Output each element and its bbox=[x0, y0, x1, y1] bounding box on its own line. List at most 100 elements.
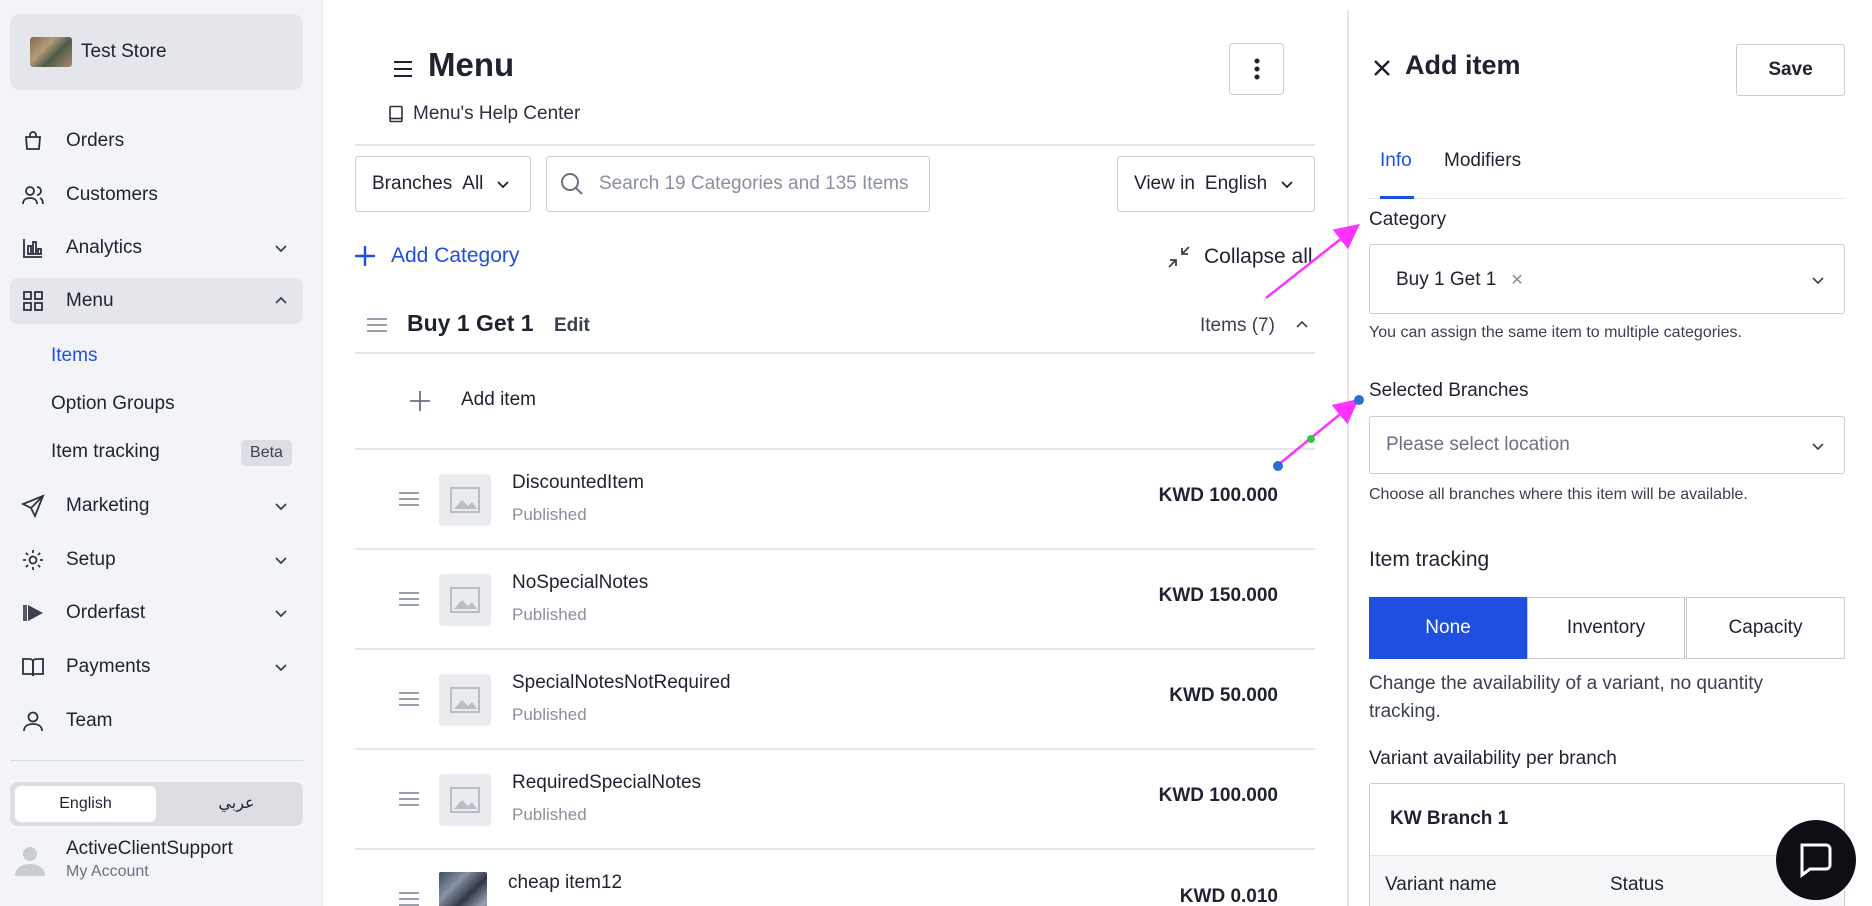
drag-handle-icon[interactable] bbox=[399, 792, 419, 806]
search-input[interactable]: Search 19 Categories and 135 Items bbox=[546, 156, 930, 212]
tab-info[interactable]: Info bbox=[1380, 150, 1412, 172]
store-name: Test Store bbox=[81, 41, 167, 62]
nav-menu[interactable]: Menu bbox=[10, 278, 303, 324]
panel-title: Add item bbox=[1405, 50, 1521, 80]
item-row[interactable]: SpecialNotesNotRequired Published KWD 50… bbox=[355, 648, 1315, 748]
nav-orders-label: Orders bbox=[66, 130, 125, 151]
image-placeholder-icon bbox=[439, 774, 491, 826]
drag-handle-icon[interactable] bbox=[399, 692, 419, 706]
tracking-description: Change the availability of a variant, no… bbox=[1369, 673, 1763, 722]
image-placeholder-icon bbox=[439, 674, 491, 726]
add-category-button[interactable]: Add Category bbox=[353, 244, 519, 268]
chevron-down-icon bbox=[497, 181, 510, 189]
chevron-down-icon bbox=[275, 557, 287, 565]
branches-placeholder: Please select location bbox=[1386, 434, 1570, 455]
branches-filter[interactable]: Branches All bbox=[355, 156, 531, 212]
sidebar-divider bbox=[10, 760, 303, 761]
remove-chip-icon[interactable]: ✕ bbox=[1510, 270, 1523, 290]
lang-english[interactable]: English bbox=[15, 786, 156, 822]
nav-setup[interactable]: Setup bbox=[10, 537, 303, 583]
chevron-down-icon bbox=[275, 245, 287, 253]
category-header: Buy 1 Get 1 Edit Items (7) bbox=[355, 300, 1315, 354]
item-price: KWD 100.000 bbox=[1158, 785, 1278, 806]
nav-payments[interactable]: Payments bbox=[10, 644, 303, 690]
nav-payments-label: Payments bbox=[66, 656, 151, 677]
item-status: Published bbox=[512, 505, 587, 524]
send-icon bbox=[20, 493, 46, 519]
play-icon bbox=[20, 600, 46, 626]
bar-chart-icon bbox=[20, 235, 46, 261]
sidebar: Test Store Orders Customers Analytics Me… bbox=[0, 0, 323, 906]
save-button[interactable]: Save bbox=[1736, 44, 1845, 96]
my-account-label: My Account bbox=[66, 863, 149, 880]
avatar bbox=[15, 846, 45, 876]
view-in-language-select[interactable]: View in English bbox=[1117, 156, 1315, 212]
item-row[interactable]: RequiredSpecialNotes Published KWD 100.0… bbox=[355, 748, 1315, 848]
item-name: DiscountedItem bbox=[512, 472, 645, 493]
nav-customers[interactable]: Customers bbox=[10, 172, 303, 218]
item-price: KWD 50.000 bbox=[1169, 685, 1278, 706]
sub-nav-item-tracking[interactable]: Item tracking bbox=[51, 437, 160, 467]
nav-analytics[interactable]: Analytics bbox=[10, 225, 303, 271]
branches-select[interactable]: Please select location bbox=[1369, 416, 1845, 474]
add-category-label: Add Category bbox=[391, 244, 520, 267]
book-icon bbox=[389, 105, 403, 123]
account-menu[interactable]: ActiveClientSupport My Account bbox=[12, 838, 233, 881]
branches-filter-value: All bbox=[462, 173, 484, 194]
branches-helper-text: Choose all branches where this item will… bbox=[1369, 486, 1748, 503]
image-placeholder-icon bbox=[439, 474, 491, 526]
image-placeholder-icon bbox=[439, 574, 491, 626]
category-label: Category bbox=[1369, 209, 1447, 230]
search-icon bbox=[561, 173, 583, 195]
item-photo bbox=[439, 872, 487, 906]
item-row[interactable]: NoSpecialNotes Published KWD 150.000 bbox=[355, 548, 1315, 648]
users-icon bbox=[20, 182, 46, 208]
chevron-down-icon bbox=[275, 610, 287, 618]
help-center-label: Menu's Help Center bbox=[413, 103, 581, 124]
drag-handle-icon[interactable] bbox=[399, 892, 419, 906]
chevron-down-icon bbox=[1812, 277, 1824, 285]
category-helper-text: You can assign the same item to multiple… bbox=[1369, 324, 1742, 341]
item-row[interactable]: cheap item12 KWD 0.010 bbox=[355, 848, 1315, 906]
sub-nav-option-groups[interactable]: Option Groups bbox=[51, 389, 175, 419]
drag-handle-icon[interactable] bbox=[399, 592, 419, 606]
category-chip: Buy 1 Get 1 ✕ bbox=[1396, 269, 1524, 291]
nav-marketing[interactable]: Marketing bbox=[10, 483, 303, 529]
help-center-link[interactable]: Menu's Help Center bbox=[387, 103, 580, 125]
store-switcher[interactable]: Test Store bbox=[10, 14, 303, 90]
edit-category-button[interactable]: Edit bbox=[554, 315, 590, 337]
active-tab-indicator bbox=[1380, 196, 1414, 199]
item-row[interactable]: DiscountedItem Published KWD 100.000 bbox=[355, 448, 1315, 548]
sub-nav-items[interactable]: Items bbox=[51, 341, 97, 371]
nav-orderfast[interactable]: Orderfast bbox=[10, 590, 303, 636]
item-price: KWD 100.000 bbox=[1158, 485, 1278, 506]
chat-support-button[interactable] bbox=[1776, 820, 1856, 900]
item-status: Published bbox=[512, 805, 587, 824]
item-name: RequiredSpecialNotes bbox=[512, 772, 702, 793]
hamburger-icon[interactable] bbox=[392, 58, 414, 80]
close-icon[interactable] bbox=[1372, 58, 1392, 78]
nav-team[interactable]: Team bbox=[10, 698, 303, 744]
lang-arabic[interactable]: عربي bbox=[166, 786, 307, 822]
add-item-label: Add item bbox=[461, 389, 536, 410]
add-item-row[interactable]: Add item bbox=[355, 354, 1315, 448]
tracking-option-none[interactable]: None bbox=[1369, 597, 1527, 659]
tab-modifiers[interactable]: Modifiers bbox=[1444, 150, 1521, 172]
shopping-bag-icon bbox=[20, 128, 46, 154]
collapse-icon bbox=[1168, 246, 1190, 268]
more-options-button[interactable] bbox=[1229, 43, 1284, 95]
plus-icon bbox=[410, 391, 430, 411]
plus-icon bbox=[355, 246, 375, 266]
chevron-up-icon[interactable] bbox=[1294, 317, 1310, 333]
page-title: Menu bbox=[428, 46, 515, 83]
item-price: KWD 150.000 bbox=[1158, 585, 1278, 606]
nav-orders[interactable]: Orders bbox=[10, 118, 303, 164]
tracking-option-inventory[interactable]: Inventory bbox=[1527, 597, 1685, 659]
collapse-all-button[interactable]: Collapse all bbox=[1168, 245, 1313, 269]
tracking-option-capacity[interactable]: Capacity bbox=[1686, 597, 1845, 659]
item-price: KWD 0.010 bbox=[1179, 886, 1278, 906]
drag-handle-icon[interactable] bbox=[367, 318, 387, 332]
category-select[interactable]: Buy 1 Get 1 ✕ bbox=[1369, 244, 1845, 314]
drag-handle-icon[interactable] bbox=[399, 492, 419, 506]
user-icon bbox=[20, 708, 46, 734]
